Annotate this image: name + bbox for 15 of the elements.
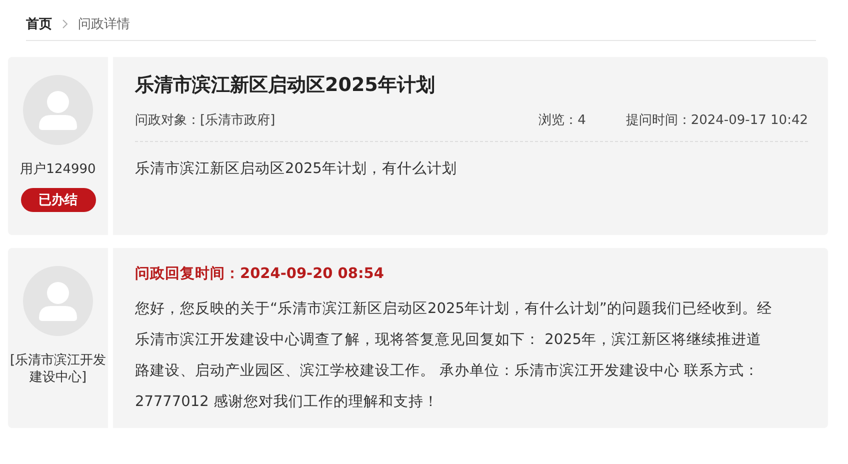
asked-time: 提问时间：2024-09-17 10:42 xyxy=(626,112,808,129)
question-title: 乐清市滨江新区启动区2025年计划 xyxy=(135,73,436,98)
reply-time: 问政回复时间：2024-09-20 08:54 xyxy=(135,264,385,284)
status-badge: 已办结 xyxy=(20,188,96,212)
avatar-icon xyxy=(23,266,93,336)
author-name: [乐清市滨江开发建设中心] xyxy=(8,352,108,386)
question-target: 问政对象：[乐清市政府] xyxy=(135,112,276,129)
avatar-icon xyxy=(23,75,93,145)
breadcrumb-current: 问政详情 xyxy=(78,16,130,33)
question-body: 乐清市滨江新区启动区2025年计划，有什么计划 xyxy=(135,160,458,179)
author-name: 用户124990 xyxy=(20,161,96,178)
chevron-icon xyxy=(62,19,68,29)
view-count: 浏览：4 xyxy=(538,112,586,129)
breadcrumb-link[interactable]: 首页 xyxy=(26,15,52,33)
reply-body: 您好，您反映的关于“乐清市滨江新区启动区2025年计划，有什么计划”的问题我们已经收到。经乐清市滨江开发建设中心调查了解，现将答复意见回复如下： 2025年，滨江新区将继续推进道路建设、启动产业园区、滨江学校建设工作。 承办单位：乐清市滨江开发建设中心 联系方式：27777012 感谢您对我们工作的理解和支持！ xyxy=(135,300,773,412)
